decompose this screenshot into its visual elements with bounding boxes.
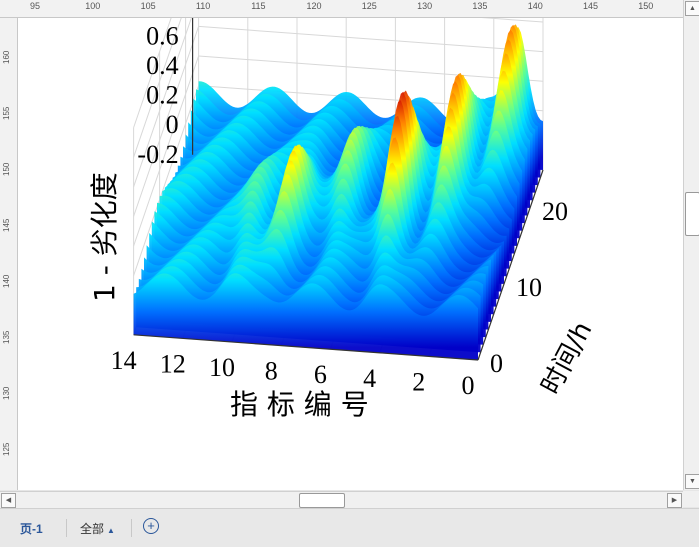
ruler-tick-label: 100 xyxy=(85,1,101,11)
ruler-tick-label: 145 xyxy=(583,1,599,11)
vertical-scrollbar[interactable]: ▲ ▼ xyxy=(683,0,699,490)
x-tick-label: 12 xyxy=(160,349,186,378)
scroll-left-icon[interactable]: ◀ xyxy=(1,493,16,508)
z-tick-label: 0 xyxy=(166,110,179,139)
tab-divider xyxy=(66,519,67,537)
ruler-tick-label: 155 xyxy=(2,106,11,120)
ruler-tick-label: 125 xyxy=(2,442,11,456)
grid-line xyxy=(481,18,544,23)
ruler-tick-label: 145 xyxy=(2,218,11,232)
horizontal-scrollbar[interactable]: ◀ ▶ xyxy=(0,491,683,508)
y-tick-label: 0 xyxy=(490,349,503,378)
caret-up-icon: ▲ xyxy=(107,526,115,535)
y-tick-label: 10 xyxy=(516,273,542,302)
ruler-tick-label: 110 xyxy=(195,1,211,11)
tab-all-label: 全部 xyxy=(80,522,105,536)
y-tick-label: 20 xyxy=(542,197,568,226)
tab-page-1[interactable]: 页-1 xyxy=(20,520,43,537)
ruler-tick-label: 135 xyxy=(2,330,11,344)
drawing-canvas[interactable]: 141210864200102010.80.60.40.20-0.2 指 标 编… xyxy=(18,18,683,490)
tab-divider xyxy=(131,519,132,537)
z-tick-label: 0.2 xyxy=(146,81,179,110)
grid-line xyxy=(198,25,544,53)
tab-all-pages[interactable]: 全部 ▲ xyxy=(80,520,115,537)
horizontal-scroll-thumb[interactable] xyxy=(299,493,345,508)
ruler-tick-label: 120 xyxy=(306,1,322,11)
ruler-tick-label: 115 xyxy=(251,1,266,11)
z-tick-label: 0.8 xyxy=(146,18,179,21)
scroll-down-icon[interactable]: ▼ xyxy=(685,474,699,489)
page-tab-bar: 页-1 全部 ▲ + xyxy=(0,508,699,547)
ruler-tick-label: 150 xyxy=(638,1,654,11)
surface-chart[interactable]: 141210864200102010.80.60.40.20-0.2 指 标 编… xyxy=(18,18,683,490)
vertical-scroll-thumb[interactable] xyxy=(685,192,699,236)
plus-circle-icon[interactable]: + xyxy=(143,518,159,534)
ruler-tick-label: 125 xyxy=(361,1,377,11)
ruler-tick-label: 130 xyxy=(417,1,433,11)
x-tick-label: 14 xyxy=(111,346,137,375)
ruler-tick-label: 140 xyxy=(2,274,11,288)
x-tick-label: 8 xyxy=(265,357,278,386)
z-axis-label: 1 - 劣化度 xyxy=(88,172,121,302)
grid-line xyxy=(198,55,544,82)
ruler-tick-label: 130 xyxy=(2,386,11,400)
x-tick-label: 2 xyxy=(412,367,425,396)
ruler-tick-label: 105 xyxy=(140,1,156,11)
x-tick-label: 6 xyxy=(314,360,327,389)
vertical-ruler: 160 155 150 145 140 135 130 125 xyxy=(0,18,18,490)
ruler-tick-label: 150 xyxy=(2,162,11,176)
scroll-corner xyxy=(683,491,699,507)
surface-plot xyxy=(133,24,543,360)
x-axis-label: 指 标 编 号 xyxy=(230,388,369,421)
x-tick-label: 10 xyxy=(209,353,235,382)
z-tick-label: 0.4 xyxy=(146,51,179,80)
scroll-up-icon[interactable]: ▲ xyxy=(685,1,699,16)
ruler-tick-label: 135 xyxy=(472,1,488,11)
scroll-right-icon[interactable]: ▶ xyxy=(667,493,682,508)
ruler-tick-label: 95 xyxy=(30,1,41,11)
y-axis-label: 时间/h xyxy=(536,317,599,399)
z-tick-label: 0.6 xyxy=(146,21,179,50)
z-tick-label: -0.2 xyxy=(137,140,178,169)
horizontal-ruler: 95 100 105 110 115 120 125 130 135 140 145 150 xyxy=(0,0,683,18)
x-tick-label: 0 xyxy=(462,371,475,400)
ruler-tick-label: 160 xyxy=(2,50,11,64)
ruler-tick-label: 140 xyxy=(527,1,543,11)
